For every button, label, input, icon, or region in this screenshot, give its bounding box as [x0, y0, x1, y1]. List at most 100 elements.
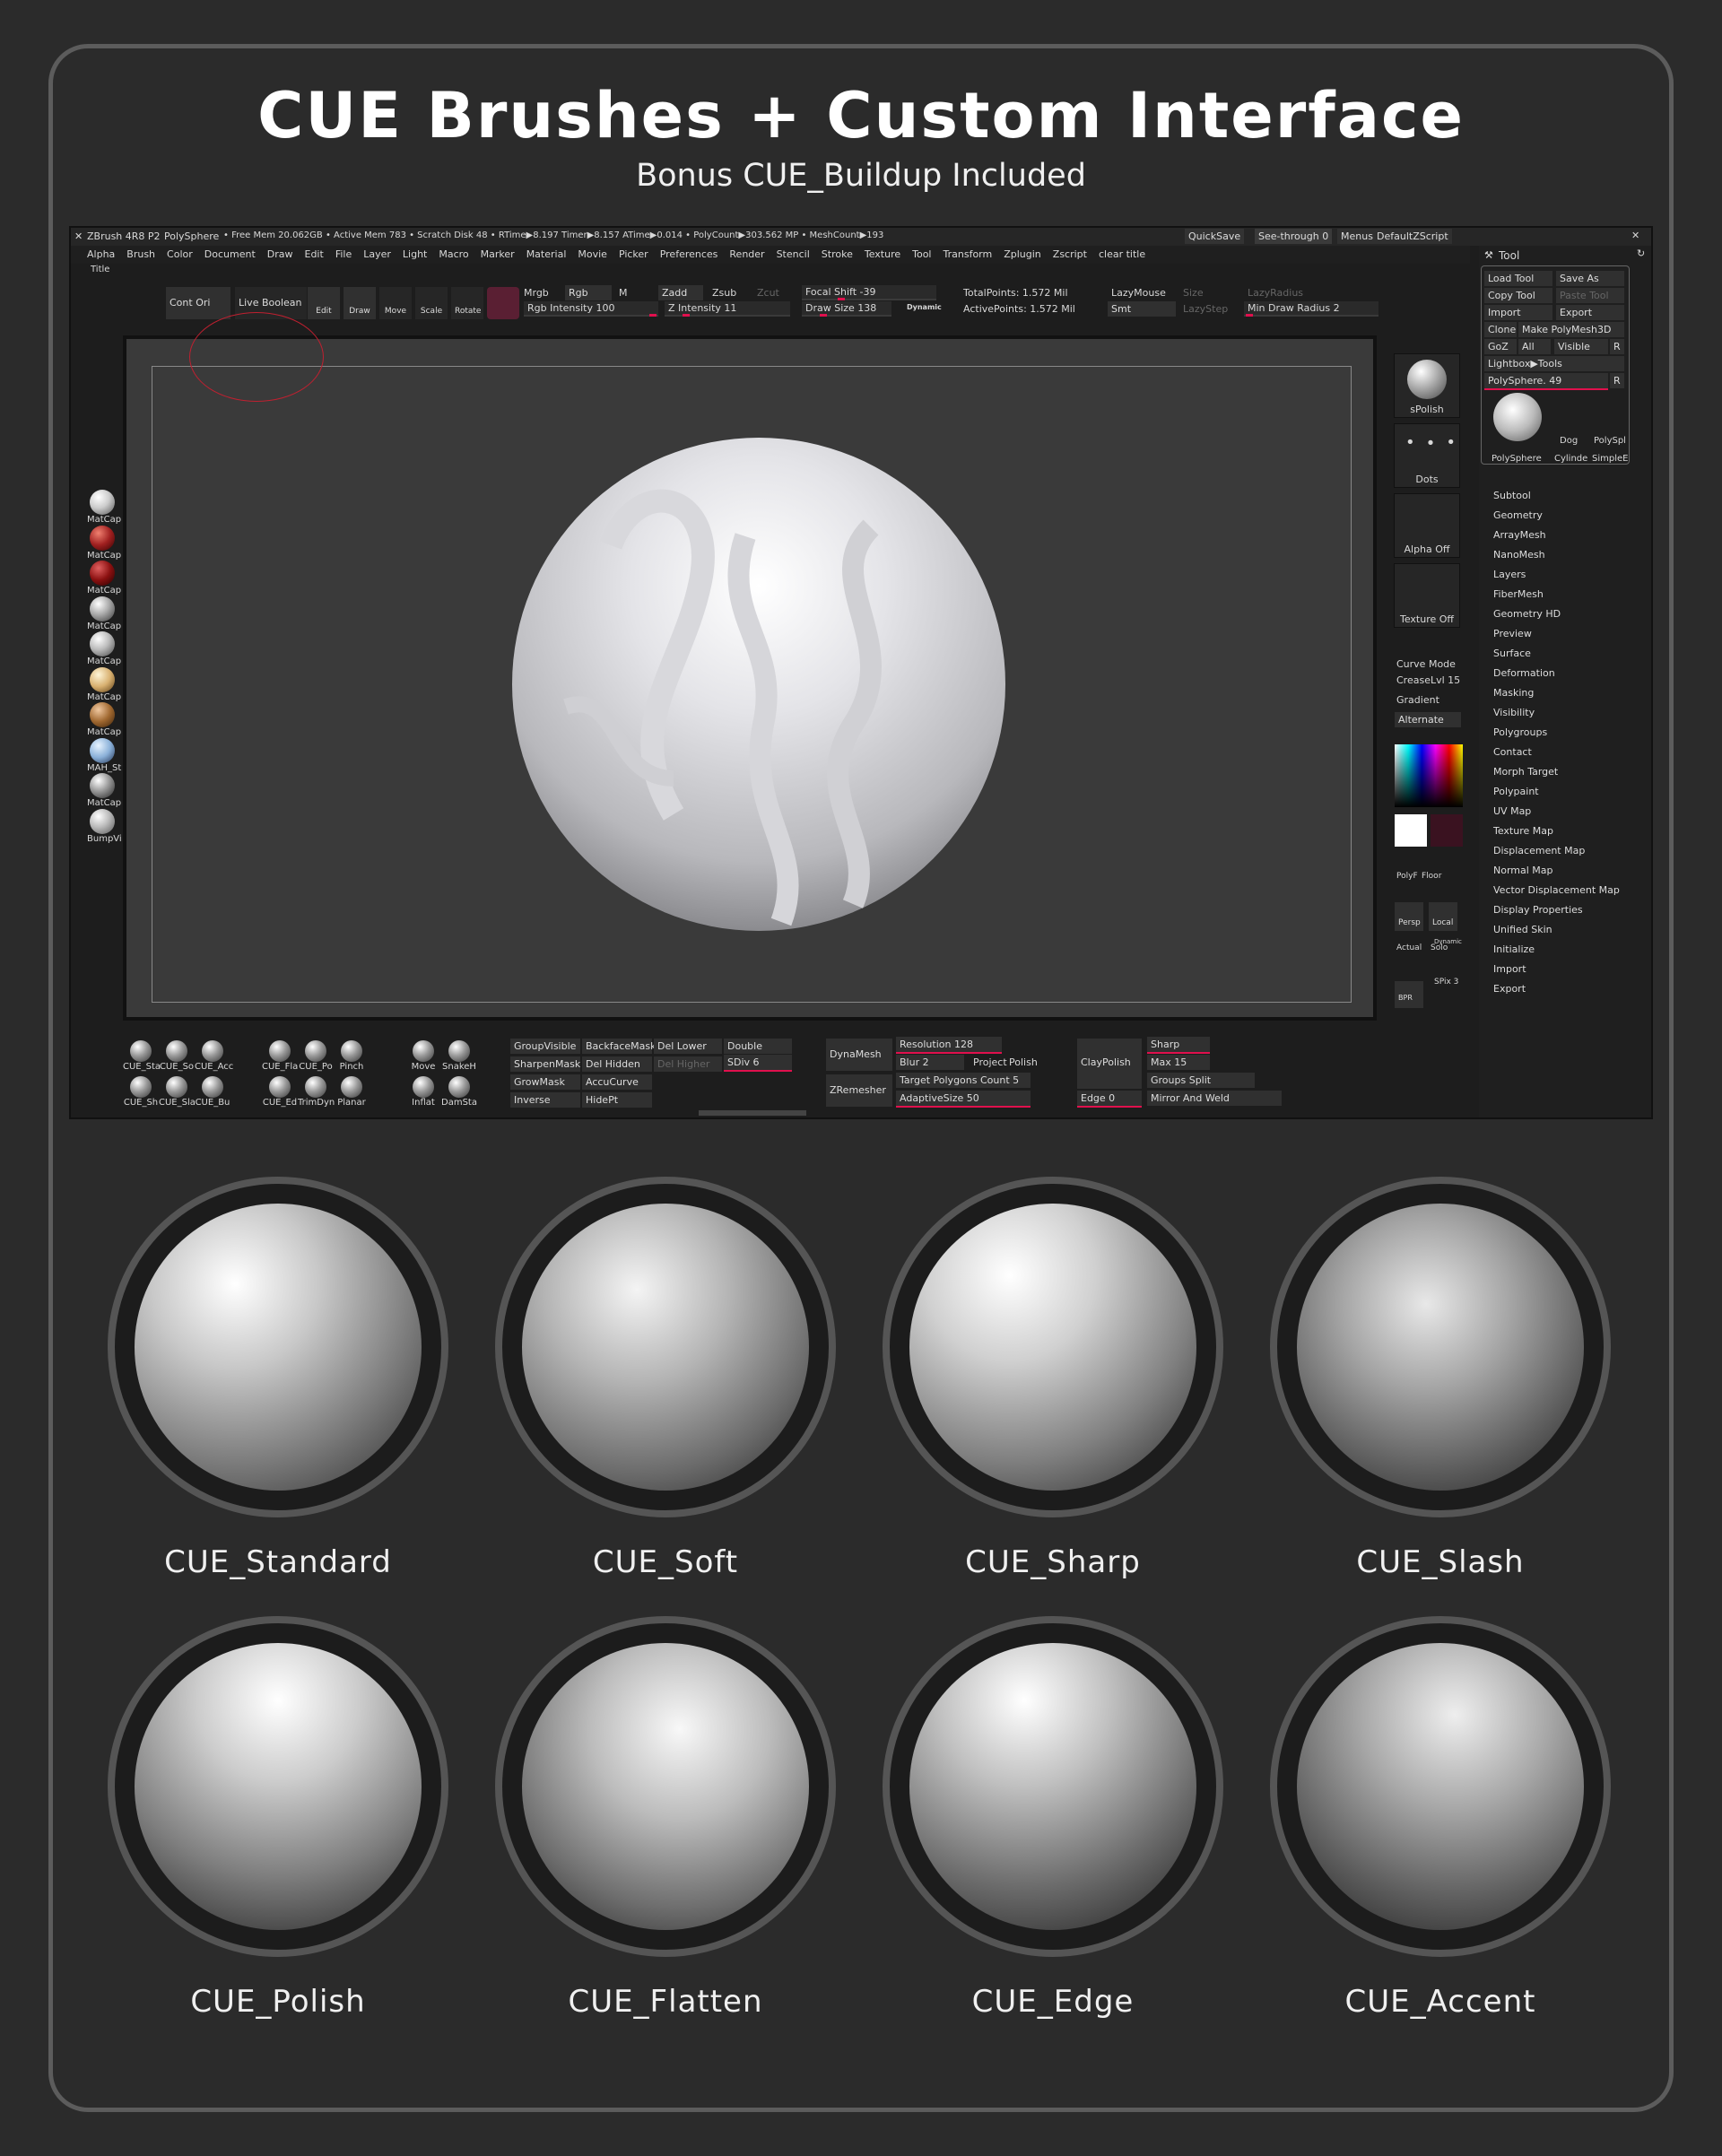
- menus-toggle[interactable]: Menus: [1337, 229, 1377, 244]
- visible-button[interactable]: Visible: [1554, 339, 1608, 354]
- floor-button[interactable]: Floor: [1422, 872, 1441, 881]
- matcap-swatch[interactable]: MatCap: [87, 490, 121, 525]
- accucurve-button[interactable]: AccuCurve: [582, 1074, 652, 1090]
- lazymouse-button[interactable]: LazyMouse: [1111, 287, 1166, 299]
- load-tool-button[interactable]: Load Tool: [1484, 271, 1552, 286]
- rgb-intensity-slider[interactable]: Rgb Intensity 100: [524, 301, 658, 317]
- edge-slider[interactable]: Edge 0: [1077, 1091, 1142, 1108]
- actual-button[interactable]: Actual: [1396, 943, 1422, 952]
- quicksave-button[interactable]: QuickSave: [1185, 229, 1245, 244]
- brush-slot[interactable]: CUE_Acc: [195, 1040, 233, 1072]
- tool-menu-unified-skin[interactable]: Unified Skin: [1493, 924, 1552, 935]
- spix-slider[interactable]: SPix 3: [1434, 978, 1458, 987]
- resolution-slider[interactable]: Resolution 128: [896, 1037, 1002, 1054]
- menu-item-file[interactable]: File: [335, 248, 352, 260]
- growmask-button[interactable]: GrowMask: [510, 1074, 580, 1090]
- adaptivesize-slider[interactable]: AdaptiveSize 50: [896, 1091, 1031, 1108]
- r-button[interactable]: R: [1610, 339, 1624, 354]
- tool-menu-contact[interactable]: Contact: [1493, 746, 1532, 758]
- alternate-button[interactable]: Alternate: [1395, 712, 1461, 727]
- menu-item-material[interactable]: Material: [526, 248, 567, 260]
- brush-slot[interactable]: Planar: [334, 1076, 370, 1108]
- menu-item-stencil[interactable]: Stencil: [777, 248, 810, 260]
- zadd-button[interactable]: Zadd: [658, 285, 703, 300]
- gradient-button[interactable]: Gradient: [1396, 694, 1439, 706]
- menu-item-preferences[interactable]: Preferences: [660, 248, 718, 260]
- tool-menu-fibermesh[interactable]: FiberMesh: [1493, 588, 1544, 600]
- tool-menu-vector-displacement-map[interactable]: Vector Displacement Map: [1493, 884, 1620, 896]
- max-slider[interactable]: Max 15: [1147, 1055, 1210, 1070]
- bpr-button[interactable]: BPR: [1395, 981, 1423, 1008]
- hidept-button[interactable]: HidePt: [582, 1092, 652, 1108]
- thumb-label[interactable]: SimpleE: [1592, 454, 1628, 464]
- main-color-swatch[interactable]: [1395, 814, 1427, 847]
- draw-size-slider[interactable]: Draw Size 138: [802, 301, 891, 317]
- save-as-button[interactable]: Save As: [1556, 271, 1624, 286]
- tool-menu-display-properties[interactable]: Display Properties: [1493, 904, 1583, 916]
- matcap-swatch[interactable]: BumpVi: [87, 808, 122, 844]
- goz-all-button[interactable]: All: [1518, 339, 1551, 354]
- menu-item-marker[interactable]: Marker: [481, 248, 515, 260]
- lazystep-slider[interactable]: LazyStep: [1183, 303, 1228, 315]
- spolish-brush-button[interactable]: sPolish: [1394, 353, 1460, 418]
- creaselvl-slider[interactable]: CreaseLvl 15: [1396, 674, 1460, 686]
- menu-item-brush[interactable]: Brush: [126, 248, 155, 260]
- clone-button[interactable]: Clone: [1484, 322, 1517, 337]
- tool-menu-morph-target[interactable]: Morph Target: [1493, 766, 1558, 778]
- see-through-slider[interactable]: See-through 0: [1255, 229, 1333, 244]
- tool-menu-uv-map[interactable]: UV Map: [1493, 805, 1531, 817]
- menu-item-alpha[interactable]: Alpha: [87, 248, 115, 260]
- brush-slot[interactable]: TrimDyn: [298, 1076, 335, 1108]
- brush-slot[interactable]: CUE_Sla: [159, 1076, 196, 1108]
- menu-item-clear-title[interactable]: clear title: [1099, 248, 1145, 260]
- edit-button[interactable]: Edit: [308, 287, 340, 319]
- min-draw-radius-slider[interactable]: Min Draw Radius 2: [1244, 301, 1378, 317]
- tool-menu-visibility[interactable]: Visibility: [1493, 707, 1535, 718]
- secondary-color-swatch[interactable]: [1431, 814, 1463, 847]
- local-button[interactable]: Local: [1429, 902, 1457, 931]
- scale-button[interactable]: Scale: [415, 287, 448, 319]
- zremesher-button[interactable]: ZRemesher: [826, 1074, 892, 1107]
- paste-tool-button[interactable]: Paste Tool: [1556, 288, 1624, 303]
- lightbox-tools-button[interactable]: Lightbox▶Tools: [1484, 356, 1624, 371]
- brush-slot[interactable]: Pinch: [334, 1040, 370, 1072]
- brush-slot[interactable]: CUE_So: [159, 1040, 195, 1072]
- matcap-swatch[interactable]: MAH_St: [87, 737, 121, 773]
- brush-slot[interactable]: DamSta: [441, 1076, 477, 1108]
- target-polygons-slider[interactable]: Target Polygons Count 5: [896, 1073, 1031, 1088]
- matcap-swatch[interactable]: MatCap: [87, 773, 121, 808]
- tool-menu-nanomesh[interactable]: NanoMesh: [1493, 549, 1545, 561]
- menu-item-zscript[interactable]: Zscript: [1053, 248, 1087, 260]
- menu-item-movie[interactable]: Movie: [578, 248, 607, 260]
- menu-item-stroke[interactable]: Stroke: [822, 248, 853, 260]
- mrgb-button[interactable]: Mrgb: [524, 287, 549, 299]
- goz-button[interactable]: GoZ: [1484, 339, 1517, 354]
- thumb-label[interactable]: Cylinde: [1554, 454, 1587, 464]
- zcut-button[interactable]: Zcut: [757, 287, 779, 299]
- tool-menu-polypaint[interactable]: Polypaint: [1493, 786, 1539, 797]
- brush-slot[interactable]: CUE_Ed: [262, 1076, 298, 1108]
- texture-off-button[interactable]: Texture Off: [1394, 563, 1460, 628]
- color-swatch-icon[interactable]: [487, 287, 519, 319]
- tool-menu-polygroups[interactable]: Polygroups: [1493, 726, 1547, 738]
- tool-menu-surface[interactable]: Surface: [1493, 648, 1531, 659]
- matcap-swatch[interactable]: MatCap: [87, 525, 121, 561]
- matcap-swatch[interactable]: MatCap: [87, 561, 121, 596]
- menu-item-document[interactable]: Document: [204, 248, 256, 260]
- smt-slider[interactable]: Smt: [1108, 301, 1176, 317]
- sdiv-slider[interactable]: SDiv 6: [724, 1055, 792, 1072]
- rgb-button[interactable]: Rgb: [565, 285, 612, 300]
- zsub-button[interactable]: Zsub: [712, 287, 736, 299]
- curve-mode-button[interactable]: Curve Mode: [1396, 658, 1456, 670]
- tool-menu-export[interactable]: Export: [1493, 983, 1526, 995]
- bottom-tray-handle[interactable]: [699, 1110, 806, 1116]
- copy-tool-button[interactable]: Copy Tool: [1484, 288, 1552, 303]
- menu-item-picker[interactable]: Picker: [619, 248, 648, 260]
- alpha-off-button[interactable]: Alpha Off: [1394, 493, 1460, 558]
- focal-shift-slider[interactable]: Focal Shift -39: [802, 285, 936, 300]
- tool-menu-masking[interactable]: Masking: [1493, 687, 1534, 699]
- project-button[interactable]: Project: [973, 1056, 1007, 1068]
- menu-item-light[interactable]: Light: [403, 248, 427, 260]
- polyf-button[interactable]: PolyF: [1396, 872, 1418, 881]
- brush-slot[interactable]: CUE_Sh: [123, 1076, 159, 1108]
